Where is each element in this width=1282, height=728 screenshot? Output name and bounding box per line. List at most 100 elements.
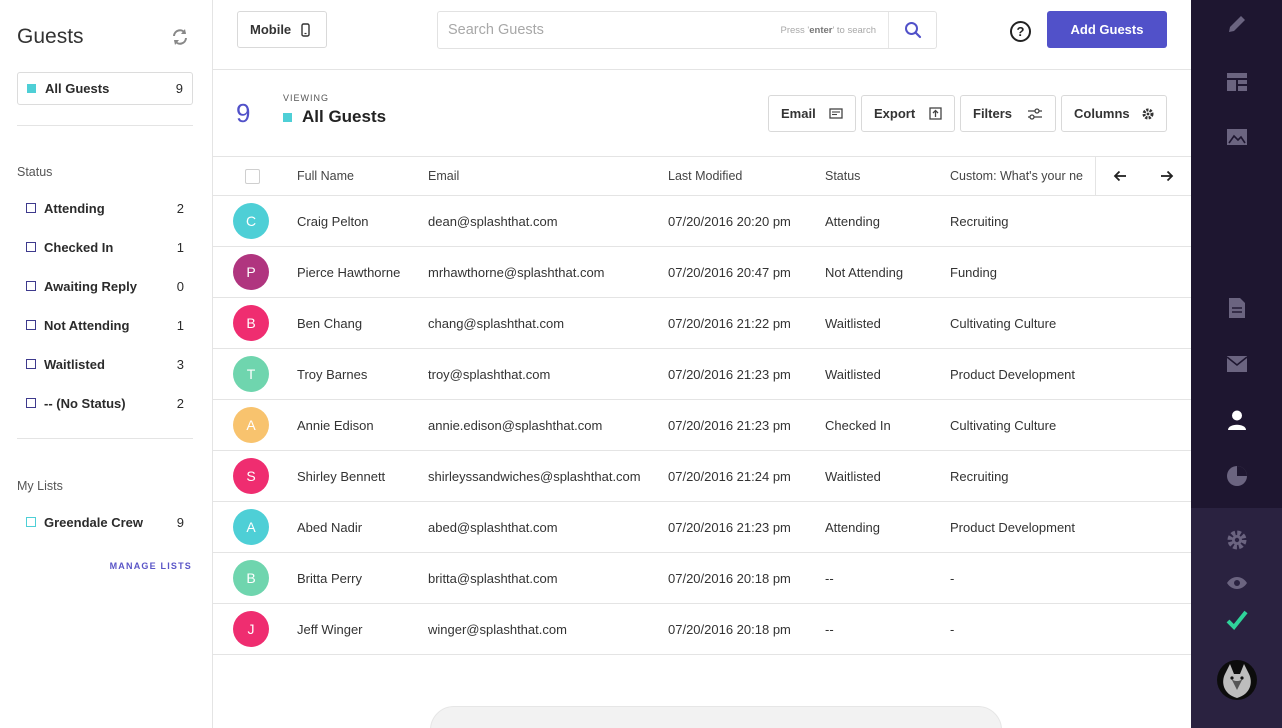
cell-email: mrhawthorne@splashthat.com	[428, 265, 605, 280]
mobile-toggle-button[interactable]: Mobile	[237, 11, 327, 48]
export-button[interactable]: Export	[861, 95, 955, 132]
lists-section-title: My Lists	[17, 479, 63, 493]
cell-last-modified: 07/20/2016 21:24 pm	[668, 469, 791, 484]
cell-custom: Cultivating Culture	[950, 316, 1057, 331]
sidebar-item-count: 9	[175, 81, 183, 96]
cell-last-modified: 07/20/2016 21:23 pm	[668, 520, 791, 535]
search-button[interactable]	[888, 12, 936, 48]
gear-icon[interactable]	[1225, 528, 1249, 552]
email-button[interactable]: Email	[768, 95, 856, 132]
cell-status: Waitlisted	[825, 469, 881, 484]
table-row[interactable]: A Abed Nadir abed@splashthat.com 07/20/2016…	[213, 502, 1191, 553]
cell-custom: -	[950, 622, 955, 637]
checkbox-icon[interactable]	[26, 203, 36, 213]
list-count: 9	[176, 514, 184, 530]
list-checkbox-icon[interactable]	[26, 517, 36, 527]
status-item-no-status[interactable]: -- (No Status) 2	[26, 393, 184, 413]
columns-button[interactable]: Columns	[1061, 95, 1167, 132]
table-row[interactable]: B Ben Chang chang@splashthat.com 07/20/2016…	[213, 298, 1191, 349]
cell-status: Checked In	[825, 418, 891, 433]
layout-icon[interactable]	[1225, 70, 1249, 94]
cell-full-name: Craig Pelton	[297, 214, 369, 229]
arrow-left-icon[interactable]	[1113, 170, 1127, 182]
status-label: -- (No Status)	[44, 395, 126, 411]
cell-custom: -	[950, 571, 955, 586]
cell-email: abed@splashthat.com	[428, 520, 558, 535]
select-all-checkbox[interactable]	[245, 169, 260, 184]
add-guests-button[interactable]: Add Guests	[1047, 11, 1167, 48]
help-icon[interactable]: ?	[1010, 21, 1031, 42]
cell-email: dean@splashthat.com	[428, 214, 558, 229]
column-scroll-controls	[1095, 157, 1191, 195]
mobile-button-label: Mobile	[250, 22, 292, 37]
checkbox-icon[interactable]	[26, 281, 36, 291]
table-row[interactable]: C Craig Pelton dean@splashthat.com 07/20/20…	[213, 196, 1191, 247]
status-label: Attending	[44, 200, 105, 216]
cell-last-modified: 07/20/2016 20:18 pm	[668, 622, 791, 637]
cell-last-modified: 07/20/2016 21:22 pm	[668, 316, 791, 331]
search-hint-post: ' to search	[832, 24, 876, 36]
checkbox-icon[interactable]	[26, 359, 36, 369]
cell-last-modified: 07/20/2016 20:47 pm	[668, 265, 791, 280]
mail-icon[interactable]	[1225, 352, 1249, 376]
table-row[interactable]: P Pierce Hawthorne mrhawthorne@splashthat.…	[213, 247, 1191, 298]
manage-lists-link[interactable]: MANAGE LISTS	[110, 561, 192, 571]
column-header-status[interactable]: Status	[825, 169, 860, 183]
cell-full-name: Annie Edison	[297, 418, 374, 433]
table-row[interactable]: T Troy Barnes troy@splashthat.com 07/20/201…	[213, 349, 1191, 400]
sidebar-item-all-guests[interactable]: All Guests 9	[17, 72, 193, 105]
status-item-not-attending[interactable]: Not Attending 1	[26, 315, 184, 335]
status-item-checked-in[interactable]: Checked In 1	[26, 237, 184, 257]
table-row[interactable]: J Jeff Winger winger@splashthat.com 07/20/2…	[213, 604, 1191, 655]
search-input[interactable]: Search Guests	[438, 22, 780, 38]
cell-custom: Recruiting	[950, 214, 1009, 229]
pencil-icon[interactable]	[1225, 12, 1249, 36]
cell-status: Waitlisted	[825, 367, 881, 382]
phone-icon	[301, 22, 310, 37]
checkbox-icon[interactable]	[26, 242, 36, 252]
column-header-custom[interactable]: Custom: What's your ne	[950, 169, 1095, 183]
cell-email: annie.edison@splashthat.com	[428, 418, 603, 433]
columns-button-label: Columns	[1074, 106, 1130, 121]
teal-square-icon	[283, 112, 292, 122]
export-button-label: Export	[874, 106, 916, 121]
column-header-full-name[interactable]: Full Name	[297, 169, 354, 183]
filters-button-label: Filters	[973, 106, 1013, 121]
image-icon[interactable]	[1225, 125, 1249, 149]
status-count: 2	[176, 200, 184, 216]
upload-icon	[929, 107, 942, 120]
refresh-icon[interactable]	[170, 27, 190, 47]
cell-full-name: Shirley Bennett	[297, 469, 386, 484]
status-item-attending[interactable]: Attending 2	[26, 198, 184, 218]
cell-email: chang@splashthat.com	[428, 316, 565, 331]
list-item-greendale-crew[interactable]: Greendale Crew 9	[26, 512, 184, 532]
user-avatar[interactable]	[1217, 660, 1257, 700]
guest-avatar: J	[233, 611, 269, 647]
status-item-waitlisted[interactable]: Waitlisted 3	[26, 354, 184, 374]
checkbox-icon[interactable]	[26, 398, 36, 408]
status-count: 3	[176, 356, 184, 372]
table-row[interactable]: S Shirley Bennett shirleyssandwiches@splas…	[213, 451, 1191, 502]
cell-email: winger@splashthat.com	[428, 622, 567, 637]
checkbox-icon[interactable]	[26, 320, 36, 330]
cell-full-name: Britta Perry	[297, 571, 363, 586]
table-row[interactable]: A Annie Edison annie.edison@splashthat.com…	[213, 400, 1191, 451]
pie-chart-icon[interactable]	[1225, 464, 1249, 488]
cell-full-name: Abed Nadir	[297, 520, 363, 535]
column-header-last-modified[interactable]: Last Modified	[668, 169, 742, 183]
document-icon[interactable]	[1225, 296, 1249, 320]
arrow-right-icon[interactable]	[1160, 170, 1174, 182]
table-row[interactable]: B Britta Perry britta@splashthat.com 07/20/…	[213, 553, 1191, 604]
person-icon[interactable]	[1225, 408, 1249, 432]
check-icon[interactable]	[1225, 608, 1249, 632]
guest-avatar: A	[233, 407, 269, 443]
eye-icon[interactable]	[1225, 571, 1249, 595]
status-item-awaiting-reply[interactable]: Awaiting Reply 0	[26, 276, 184, 296]
cell-email: troy@splashthat.com	[428, 367, 551, 382]
cell-last-modified: 07/20/2016 20:18 pm	[668, 571, 791, 586]
filters-button[interactable]: Filters	[960, 95, 1056, 132]
sidebar-title: Guests	[17, 25, 84, 48]
column-header-email[interactable]: Email	[428, 169, 459, 183]
status-count: 0	[176, 278, 184, 294]
cell-last-modified: 07/20/2016 20:20 pm	[668, 214, 791, 229]
